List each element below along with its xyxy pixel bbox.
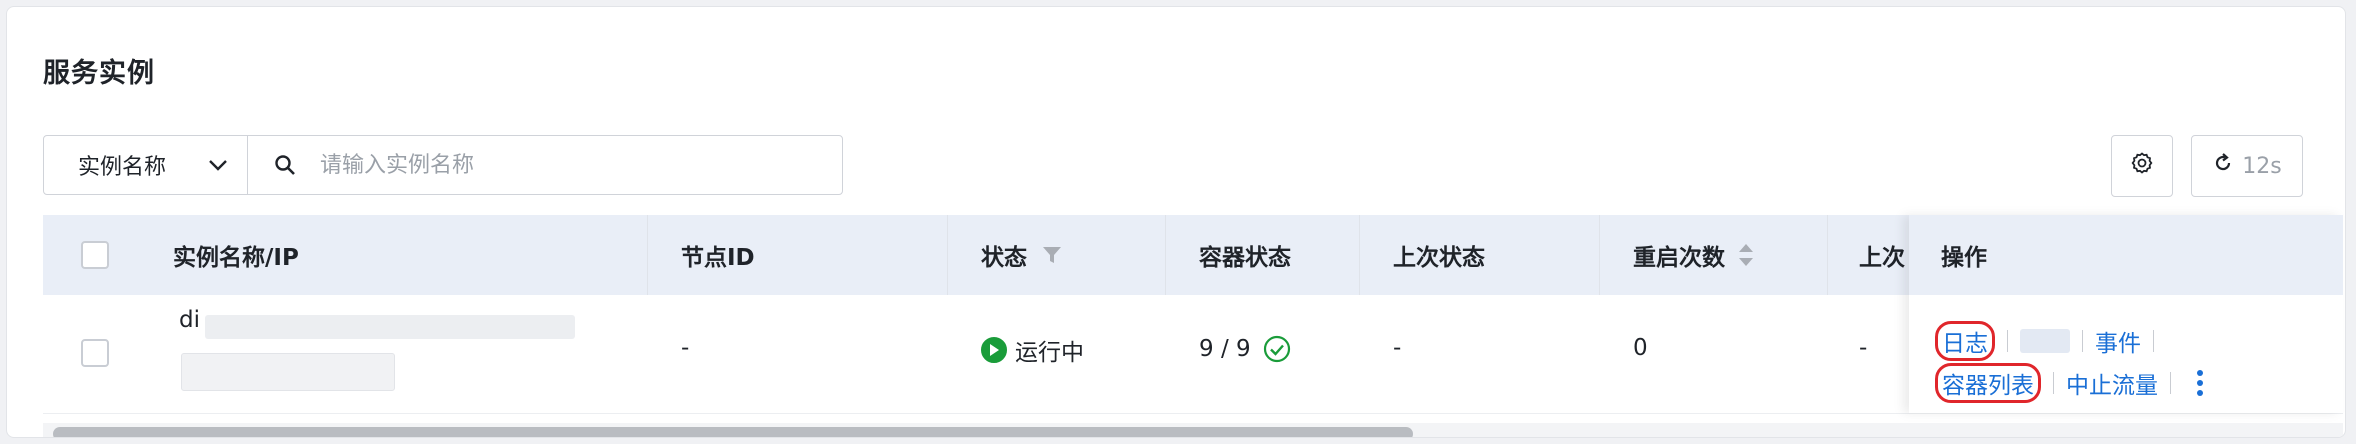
last-cell: - — [1859, 335, 1868, 361]
container-status-cell: 9 / 9 — [1199, 335, 1291, 363]
column-header-container-status: 容器状态 — [1199, 245, 1291, 271]
column-header-last: 上次 — [1859, 245, 1905, 271]
divider — [2053, 372, 2054, 394]
horizontal-scrollbar[interactable] — [53, 427, 1413, 437]
column-header-restart-count: 重启次数 — [1633, 215, 1755, 295]
filter-icon[interactable] — [1041, 244, 1063, 266]
sort-icon[interactable] — [1737, 242, 1755, 268]
search-icon — [274, 154, 296, 176]
column-divider — [1165, 215, 1166, 295]
search-input[interactable] — [318, 135, 842, 195]
divider — [2170, 372, 2171, 394]
column-divider — [1359, 215, 1360, 295]
actions-row-1: 日志 事件 — [1935, 321, 2166, 361]
container-list-link[interactable]: 容器列表 — [1935, 363, 2041, 403]
redacted-action[interactable] — [2020, 329, 2070, 353]
card-title: 服务实例 — [43, 58, 155, 89]
search-field-select[interactable]: 实例名称 — [44, 136, 248, 194]
actions-row-2: 容器列表 中止流量 — [1935, 363, 2205, 403]
container-status-text: 9 / 9 — [1199, 336, 1251, 362]
divider — [2153, 330, 2154, 352]
column-divider — [1827, 215, 1828, 295]
instance-name[interactable]: di — [179, 307, 200, 333]
chevron-down-icon — [207, 154, 229, 182]
column-header-restart-label: 重启次数 — [1633, 245, 1725, 271]
column-divider — [647, 215, 648, 295]
gear-icon — [2130, 151, 2154, 181]
running-icon — [981, 337, 1007, 363]
service-instances-card: 服务实例 实例名称 12s 实例名称/IP — [6, 6, 2346, 438]
instance-name-text: di — [179, 307, 200, 333]
actions-column: 操作 日志 事件 容器列表 中止流量 — [1909, 215, 2343, 413]
redacted-name — [205, 315, 575, 339]
row-checkbox[interactable] — [81, 339, 109, 367]
column-divider — [947, 215, 948, 295]
divider — [2007, 330, 2008, 352]
restart-count-cell: 0 — [1633, 335, 1648, 361]
last-status-cell: - — [1393, 335, 1402, 361]
divider — [2082, 330, 2083, 352]
stop-traffic-link[interactable]: 中止流量 — [2066, 366, 2158, 400]
column-header-status: 状态 — [981, 215, 1063, 295]
search-field-label: 实例名称 — [78, 155, 167, 180]
column-header-name: 实例名称/IP — [173, 245, 299, 271]
refresh-countdown: 12s — [2242, 153, 2282, 179]
column-header-node-id: 节点ID — [681, 245, 755, 271]
select-all-checkbox[interactable] — [81, 241, 109, 269]
column-header-last-status: 上次状态 — [1393, 245, 1485, 271]
column-header-status-label: 状态 — [981, 245, 1027, 271]
redacted-ip-tag — [181, 353, 395, 391]
more-actions-icon[interactable] — [2195, 369, 2205, 397]
status-text: 运行中 — [1015, 340, 1084, 366]
status-cell: 运行中 — [981, 333, 1084, 367]
events-link[interactable]: 事件 — [2095, 324, 2141, 358]
search-bar: 实例名称 — [43, 135, 843, 195]
refresh-button[interactable]: 12s — [2191, 135, 2303, 197]
refresh-icon — [2212, 152, 2234, 180]
check-circle-icon — [1263, 335, 1291, 363]
node-id-cell: - — [681, 335, 690, 361]
settings-button[interactable] — [2111, 135, 2173, 197]
column-header-actions: 操作 — [1909, 215, 2343, 295]
column-divider — [1599, 215, 1600, 295]
logs-link[interactable]: 日志 — [1935, 321, 1995, 361]
